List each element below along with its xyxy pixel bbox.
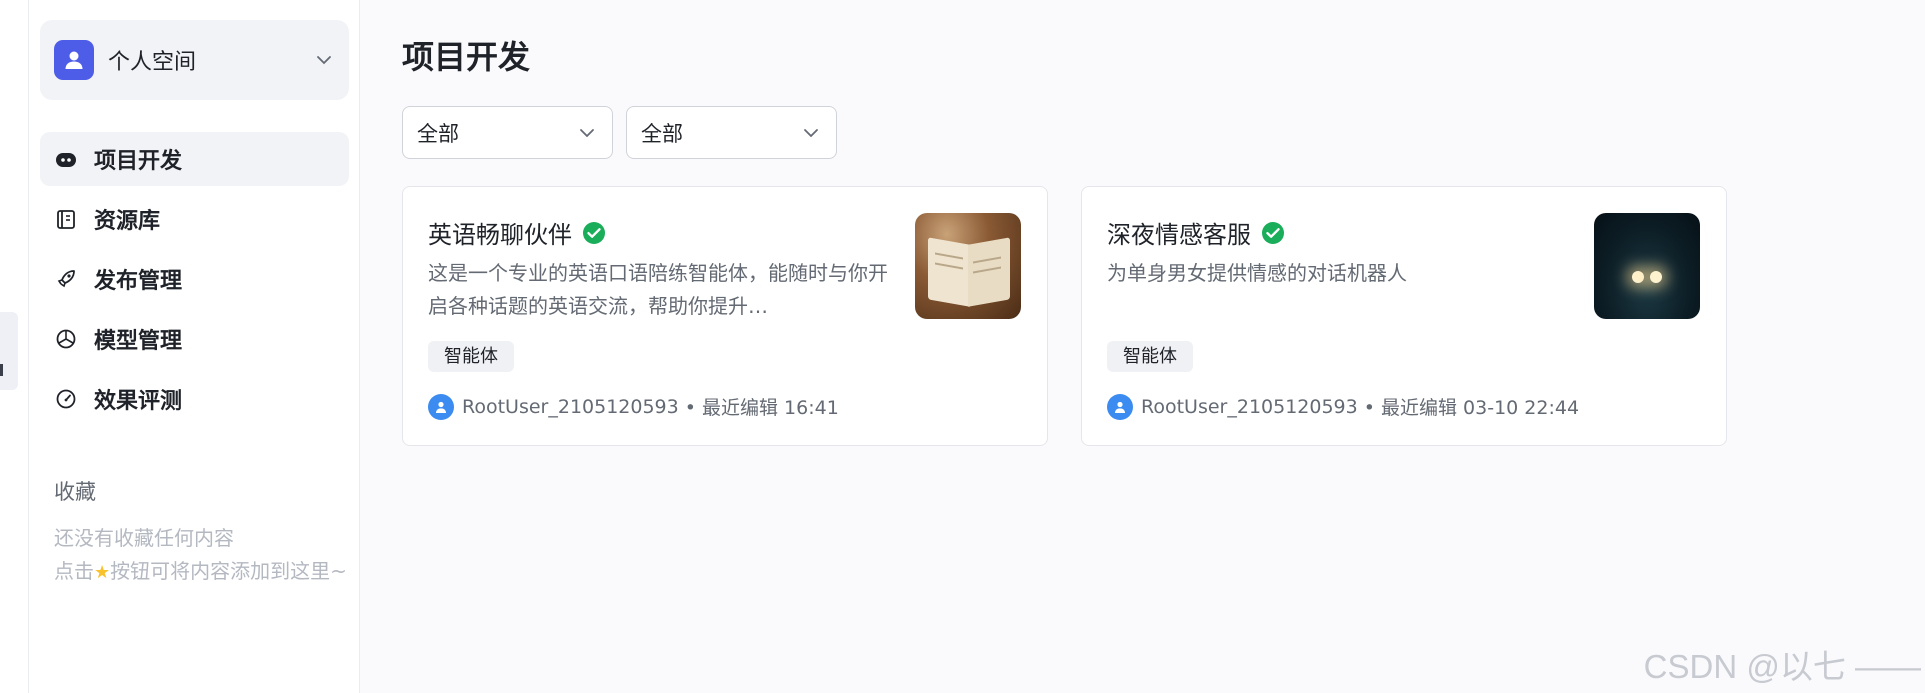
- thumb-book-art: [915, 213, 1021, 319]
- main-content: 项目开发 全部 全部 英语畅聊伙伴 这是一个专业的英语口语陪练智能体，能随时与你…: [360, 0, 1925, 693]
- sidebar-item-label: 模型管理: [94, 329, 183, 354]
- cube-icon: [54, 327, 78, 351]
- favorites-empty-line: 还没有收藏任何内容: [54, 526, 234, 550]
- favorites-empty-text: 还没有收藏任何内容 点击★按钮可将内容添加到这里~: [54, 522, 354, 589]
- user-avatar-icon: [428, 393, 454, 420]
- star-icon: ★: [94, 562, 111, 583]
- light-glow: [1632, 271, 1644, 283]
- project-card[interactable]: 英语畅聊伙伴 这是一个专业的英语口语陪练智能体，能随时与你开启各种话题的英语交流…: [402, 186, 1048, 446]
- rocket-icon: [54, 267, 78, 291]
- card-edited-time: • 最近编辑 03-10 22:44: [1363, 397, 1580, 419]
- card-edited-time: • 最近编辑 16:41: [684, 397, 839, 419]
- card-title-row: 英语畅聊伙伴: [428, 215, 606, 250]
- rail-collapse-tab[interactable]: [0, 312, 18, 390]
- sidebar-nav: 项目开发 资源库 发布管理 模型管理 效果评测: [40, 132, 349, 432]
- card-description: 为单身男女提供情感的对话机器人: [1107, 261, 1407, 285]
- chevron-down-icon: [576, 122, 598, 144]
- gauge-icon: [54, 387, 78, 411]
- sidebar: 个人空间 项目开发 资源库 发布管理 模型管理 效果评测 收藏 还没有收藏任何内…: [29, 0, 360, 693]
- book-page-left: [928, 237, 970, 307]
- app-root: 个人空间 项目开发 资源库 发布管理 模型管理 效果评测 收藏 还没有收藏任何内…: [0, 0, 1925, 693]
- workspace-switcher[interactable]: 个人空间: [40, 20, 349, 100]
- page-title: 项目开发: [402, 38, 531, 76]
- user-icon: [54, 40, 94, 80]
- sidebar-item-publish[interactable]: 发布管理: [40, 252, 349, 306]
- left-rail: [0, 0, 29, 693]
- sidebar-item-label: 项目开发: [94, 149, 183, 174]
- filter-select-status[interactable]: 全部: [626, 106, 837, 159]
- rail-tab-mark: [0, 364, 3, 376]
- favorites-hint-after: 按钮可将内容添加到这里~: [110, 559, 347, 583]
- sidebar-item-library[interactable]: 资源库: [40, 192, 349, 246]
- verified-check-icon: [1262, 221, 1284, 244]
- verified-check-icon: [583, 221, 605, 244]
- filter-select-value: 全部: [417, 121, 459, 146]
- card-type-tag: 智能体: [1107, 341, 1193, 372]
- card-title: 英语畅聊伙伴: [428, 221, 572, 249]
- thumb-night-art: [1594, 213, 1700, 319]
- filter-select-type[interactable]: 全部: [402, 106, 613, 159]
- card-title-row: 深夜情感客服: [1107, 215, 1285, 250]
- watermark: CSDN @以七 ——: [1643, 648, 1921, 685]
- card-meta: RootUser_2105120593 • 最近编辑 16:41: [428, 393, 839, 420]
- card-author: RootUser_2105120593: [1141, 395, 1358, 418]
- sidebar-item-label: 发布管理: [94, 269, 183, 294]
- project-card[interactable]: 深夜情感客服 为单身男女提供情感的对话机器人 智能体 RootUser_2105…: [1081, 186, 1727, 446]
- sidebar-item-label: 资源库: [94, 209, 161, 234]
- card-type-tag: 智能体: [428, 341, 514, 372]
- favorites-empty-hint: 点击★按钮可将内容添加到这里~: [54, 555, 354, 589]
- chevron-down-icon: [313, 49, 335, 71]
- night-lights-image: [1594, 213, 1700, 319]
- chevron-down-icon: [800, 122, 822, 144]
- workspace-label: 个人空间: [108, 50, 197, 75]
- card-title: 深夜情感客服: [1107, 221, 1251, 249]
- light-glow: [1650, 271, 1662, 283]
- card-meta: RootUser_2105120593 • 最近编辑 03-10 22:44: [1107, 393, 1579, 420]
- user-avatar-icon: [1107, 393, 1133, 420]
- bot-icon: [54, 147, 78, 171]
- favorites-hint-before: 点击: [54, 559, 94, 583]
- card-author: RootUser_2105120593: [462, 395, 679, 418]
- filter-select-value: 全部: [641, 121, 683, 146]
- open-book-image: [915, 213, 1021, 319]
- library-icon: [54, 207, 78, 231]
- sidebar-item-evaluation[interactable]: 效果评测: [40, 372, 349, 426]
- favorites-title: 收藏: [54, 480, 96, 504]
- sidebar-item-project-dev[interactable]: 项目开发: [40, 132, 349, 186]
- card-description: 这是一个专业的英语口语陪练智能体，能随时与你开启各种话题的英语交流，帮助你提升…: [428, 261, 888, 318]
- sidebar-item-models[interactable]: 模型管理: [40, 312, 349, 366]
- sidebar-item-label: 效果评测: [94, 389, 183, 414]
